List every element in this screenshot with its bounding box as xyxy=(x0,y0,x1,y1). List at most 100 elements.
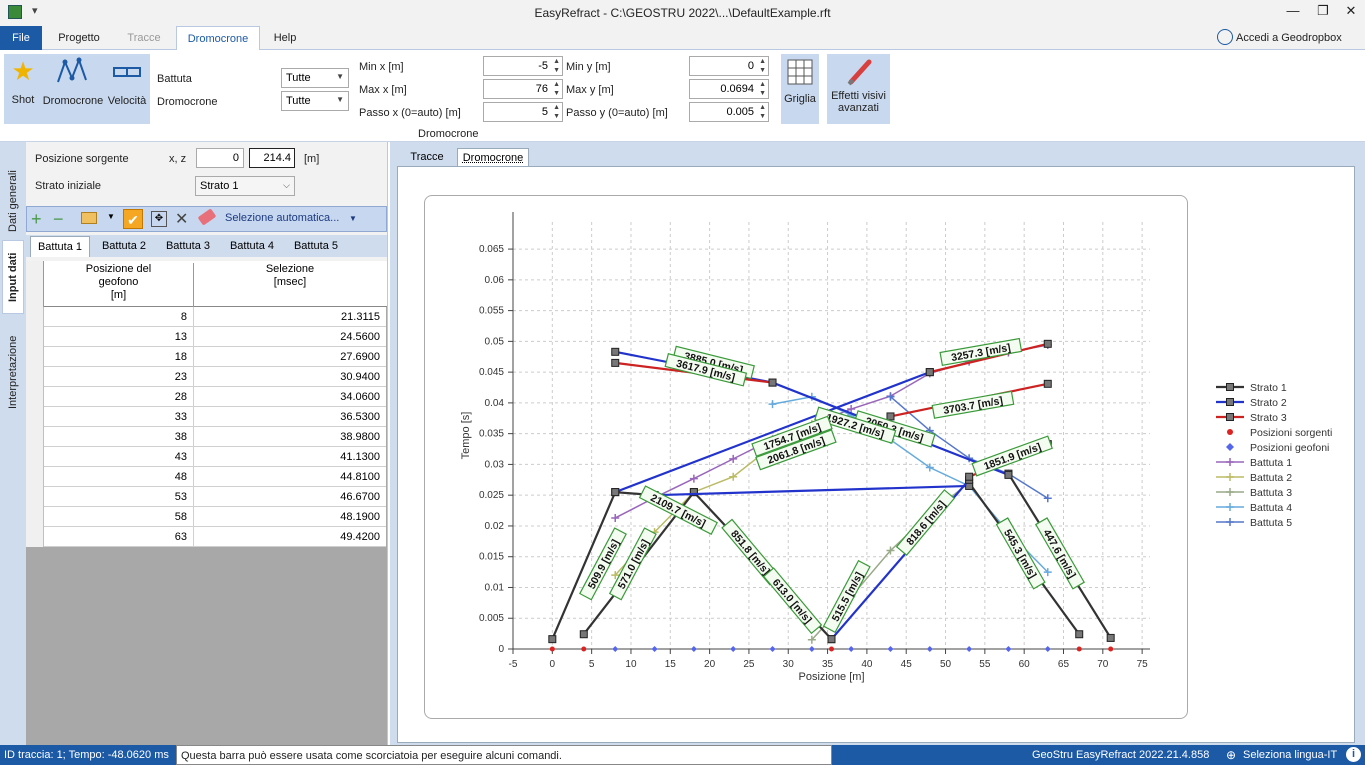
table-row[interactable]: 58 48.1900 xyxy=(26,507,386,527)
delete-icon[interactable]: ✕ xyxy=(175,209,188,229)
cell-posizione[interactable]: 28 xyxy=(44,387,194,407)
table-row[interactable]: 33 36.5300 xyxy=(26,407,386,427)
chevron-down-icon[interactable]: ▼ xyxy=(107,212,115,221)
effetti-button[interactable]: Effetti visivi avanzati xyxy=(827,58,890,120)
min-y-input[interactable]: 0 ▲ ▼ xyxy=(689,56,769,76)
shot-button[interactable]: ★ Shot xyxy=(6,56,40,122)
row-header[interactable] xyxy=(26,487,44,507)
table-row[interactable]: 43 41.1300 xyxy=(26,447,386,467)
griglia-button[interactable]: Griglia xyxy=(781,58,819,120)
tab-tracce-view[interactable]: Tracce xyxy=(397,150,457,166)
table-row[interactable]: 8 21.3115 xyxy=(26,307,386,327)
cell-posizione[interactable]: 63 xyxy=(44,527,194,547)
velocita-button[interactable]: Velocità xyxy=(106,56,148,122)
table-row[interactable]: 28 34.0600 xyxy=(26,387,386,407)
cell-posizione[interactable]: 38 xyxy=(44,427,194,447)
cell-posizione[interactable]: 8 xyxy=(44,307,194,327)
row-header[interactable] xyxy=(26,327,44,347)
chevron-down-icon[interactable]: ▼ xyxy=(349,214,357,223)
cell-posizione[interactable]: 48 xyxy=(44,467,194,487)
source-z-input[interactable]: 214.4 xyxy=(249,148,295,168)
remove-icon[interactable]: − xyxy=(53,209,64,229)
tab-dromocrone-view[interactable]: Dromocrone xyxy=(457,148,529,166)
passo-y-input[interactable]: 0.005 ▲ ▼ xyxy=(689,102,769,122)
cell-selezione[interactable]: 46.6700 xyxy=(194,487,386,507)
legend-label[interactable]: Posizioni sorgenti xyxy=(1250,427,1332,439)
tab-help[interactable]: Help xyxy=(262,26,308,50)
cell-posizione[interactable]: 43 xyxy=(44,447,194,467)
tab-battuta-3[interactable]: Battuta 3 xyxy=(158,236,218,252)
geodropbox-link[interactable]: Accedi a Geodropbox xyxy=(1236,32,1342,44)
table-row[interactable]: 23 30.9400 xyxy=(26,367,386,387)
cell-posizione[interactable]: 23 xyxy=(44,367,194,387)
legend-label[interactable]: Battuta 1 xyxy=(1250,457,1292,469)
col-header-selezione[interactable]: Selezione [msec] xyxy=(194,263,386,289)
cell-selezione[interactable]: 44.8100 xyxy=(194,467,386,487)
legend-label[interactable]: Battuta 5 xyxy=(1250,517,1292,529)
folder-icon[interactable] xyxy=(81,212,97,224)
file-menu[interactable]: File xyxy=(0,26,42,50)
col-header-posizione[interactable]: Posizione del geofono [m] xyxy=(44,263,194,307)
table-row[interactable]: 63 49.4200 xyxy=(26,527,386,547)
cell-selezione[interactable]: 38.9800 xyxy=(194,427,386,447)
source-x-input[interactable]: 0 xyxy=(196,148,244,168)
strato-select[interactable]: Strato 1 ⌵ xyxy=(195,176,295,196)
passo-x-input[interactable]: 5 ▲ ▼ xyxy=(483,102,563,122)
legend-label[interactable]: Battuta 4 xyxy=(1250,502,1292,514)
tab-battuta-2[interactable]: Battuta 2 xyxy=(94,236,154,252)
tab-battuta-5[interactable]: Battuta 5 xyxy=(286,236,346,252)
language-selector[interactable]: Seleziona lingua-IT xyxy=(1243,749,1337,761)
tab-progetto[interactable]: Progetto xyxy=(46,26,112,50)
info-icon[interactable]: i xyxy=(1346,747,1361,762)
check-icon[interactable]: ✔ xyxy=(123,209,143,229)
row-header[interactable] xyxy=(26,467,44,487)
dromocrone-button[interactable]: Dromocrone xyxy=(42,56,104,122)
add-icon[interactable]: + xyxy=(31,209,42,229)
cell-selezione[interactable]: 49.4200 xyxy=(194,527,386,547)
legend-label[interactable]: Strato 2 xyxy=(1250,397,1287,409)
maximize-button[interactable]: ❐ xyxy=(1308,3,1338,23)
table-row[interactable]: 13 24.5600 xyxy=(26,327,386,347)
row-header[interactable] xyxy=(26,507,44,527)
battuta-select[interactable]: Tutte ▼ xyxy=(281,68,349,88)
tab-dromocrone[interactable]: Dromocrone xyxy=(176,26,260,51)
cell-selezione[interactable]: 21.3115 xyxy=(194,307,386,327)
tab-interpretazione[interactable]: Interpretazione xyxy=(2,322,24,422)
row-header[interactable] xyxy=(26,407,44,427)
tab-battuta-4[interactable]: Battuta 4 xyxy=(222,236,282,252)
legend-label[interactable]: Posizioni geofoni xyxy=(1250,442,1329,454)
row-header[interactable] xyxy=(26,367,44,387)
cell-selezione[interactable]: 48.1900 xyxy=(194,507,386,527)
table-row[interactable]: 48 44.8100 xyxy=(26,467,386,487)
minimize-button[interactable]: — xyxy=(1278,3,1308,23)
row-header[interactable] xyxy=(26,387,44,407)
cell-posizione[interactable]: 13 xyxy=(44,327,194,347)
row-header[interactable] xyxy=(26,527,44,547)
cell-selezione[interactable]: 36.5300 xyxy=(194,407,386,427)
row-header[interactable] xyxy=(26,427,44,447)
auto-selection-button[interactable]: Selezione automatica... xyxy=(225,212,339,224)
dromocrone-select[interactable]: Tutte ▼ xyxy=(281,91,349,111)
close-button[interactable]: ✕ xyxy=(1336,3,1365,23)
eraser-icon[interactable] xyxy=(198,208,217,225)
cell-posizione[interactable]: 18 xyxy=(44,347,194,367)
table-row[interactable]: 18 27.6900 xyxy=(26,347,386,367)
tab-input-dati[interactable]: Input dati xyxy=(2,240,24,314)
row-header[interactable] xyxy=(26,347,44,367)
table-row[interactable]: 38 38.9800 xyxy=(26,427,386,447)
tab-tracce[interactable]: Tracce xyxy=(112,26,176,50)
cell-selezione[interactable]: 34.0600 xyxy=(194,387,386,407)
table-row[interactable]: 53 46.6700 xyxy=(26,487,386,507)
legend-label[interactable]: Battuta 2 xyxy=(1250,472,1292,484)
cell-posizione[interactable]: 58 xyxy=(44,507,194,527)
max-x-input[interactable]: 76 ▲ ▼ xyxy=(483,79,563,99)
cell-posizione[interactable]: 53 xyxy=(44,487,194,507)
legend-label[interactable]: Strato 3 xyxy=(1250,412,1287,424)
cell-selezione[interactable]: 24.5600 xyxy=(194,327,386,347)
legend-label[interactable]: Battuta 3 xyxy=(1250,487,1292,499)
tab-dati-generali[interactable]: Dati generali xyxy=(2,162,24,240)
max-y-input[interactable]: 0.0694 ▲ ▼ xyxy=(689,79,769,99)
move-icon[interactable]: ✥ xyxy=(151,211,167,227)
min-x-input[interactable]: -5 ▲ ▼ xyxy=(483,56,563,76)
legend-label[interactable]: Strato 1 xyxy=(1250,382,1287,394)
